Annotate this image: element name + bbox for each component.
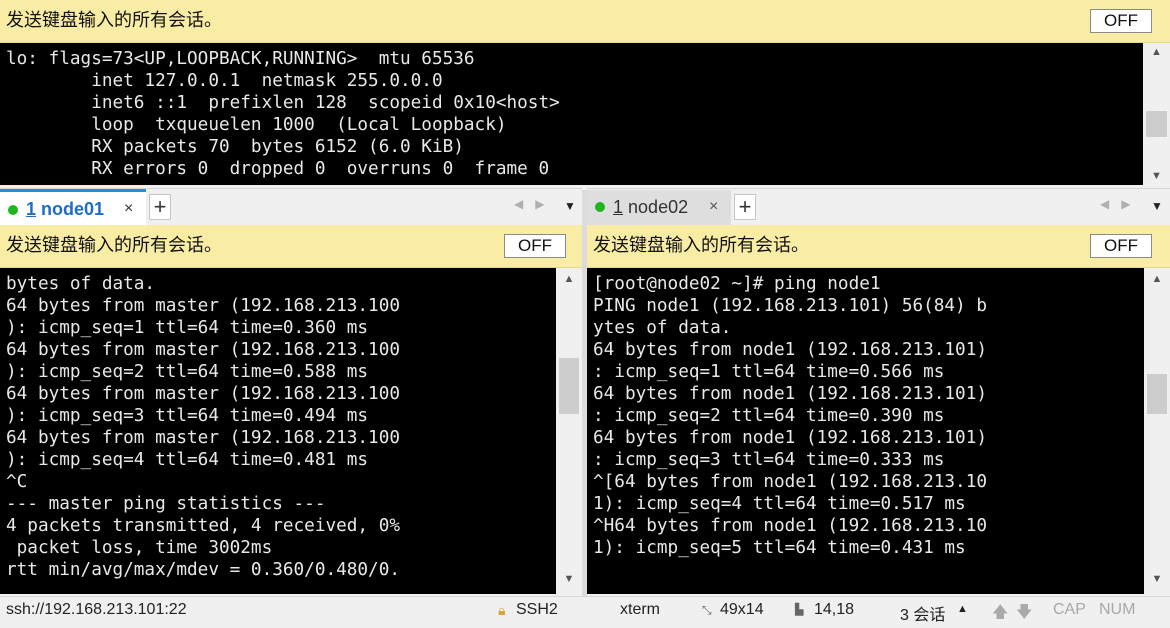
terminal-line: 64 bytes from node1 (192.168.213.101) bbox=[593, 428, 988, 448]
scrollbar-top[interactable]: ▲ ▼ bbox=[1143, 43, 1170, 185]
tab-bar-left: 1 node01 × + ◀▶ ▼ bbox=[0, 188, 582, 226]
terminal-line: 64 bytes from node1 (192.168.213.101) bbox=[593, 384, 988, 404]
protocol-label: SSH2 bbox=[516, 601, 558, 618]
terminal-line: packet loss, time 3002ms bbox=[6, 538, 273, 558]
scroll-up-icon[interactable]: ▲ bbox=[1143, 43, 1170, 61]
scroll-down-icon[interactable]: ▼ bbox=[1143, 167, 1170, 185]
cursor-position: 14,18 bbox=[814, 601, 855, 618]
scroll-thumb[interactable] bbox=[1147, 374, 1167, 414]
terminal-output-right[interactable]: [root@node02 ~]# ping node1 PING node1 (1… bbox=[587, 268, 1144, 594]
terminal-line: ): icmp_seq=1 ttl=64 time=0.360 ms bbox=[6, 318, 369, 338]
connection-address: ssh://192.168.213.101:22 bbox=[6, 601, 187, 618]
terminal-line: : icmp_seq=1 ttl=64 time=0.566 ms bbox=[593, 362, 945, 382]
caps-lock-indicator: CAP bbox=[1053, 601, 1086, 618]
terminal-line: ytes of data. bbox=[593, 318, 732, 338]
tab-label: node01 bbox=[41, 199, 105, 219]
terminal-line: 1): icmp_seq=5 ttl=64 time=0.431 ms bbox=[593, 538, 966, 558]
tab-label: node02 bbox=[628, 197, 689, 217]
broadcast-bar-left: 发送键盘输入的所有会话。 OFF bbox=[0, 225, 582, 268]
terminal-size: 49x14 bbox=[720, 601, 764, 618]
terminal-output-top[interactable]: lo: flags=73<UP,LOOPBACK,RUNNING> mtu 65… bbox=[0, 43, 1143, 185]
terminal-line: ^C bbox=[6, 472, 28, 492]
tab-node01[interactable]: 1 node01 × bbox=[0, 189, 146, 226]
broadcast-off-button[interactable]: OFF bbox=[1090, 234, 1152, 258]
num-lock-indicator: NUM bbox=[1099, 601, 1136, 618]
session-menu-up-icon[interactable]: ▲ bbox=[957, 603, 968, 615]
broadcast-bar-right: 发送键盘输入的所有会话。 OFF bbox=[587, 225, 1170, 268]
terminal-output-left[interactable]: bytes of data. 64 bytes from master (192.… bbox=[0, 268, 556, 594]
status-bar: ssh://192.168.213.101:22 🔒︎ SSH2 xterm ⤡… bbox=[0, 596, 1170, 624]
lock-icon: 🔒︎ bbox=[498, 602, 506, 618]
broadcast-text: 发送键盘输入的所有会话。 bbox=[6, 10, 222, 31]
cursor-icon: ▙ bbox=[795, 604, 804, 616]
scroll-up-icon[interactable]: ▲ bbox=[556, 270, 582, 288]
scroll-down-icon[interactable]: ▼ bbox=[556, 570, 582, 588]
tab-scroll-arrows-icon[interactable]: ◀▶ bbox=[514, 197, 556, 211]
terminal-line: ): icmp_seq=4 ttl=64 time=0.481 ms bbox=[6, 450, 369, 470]
terminal-line: inet6 ::1 prefixlen 128 scopeid 0x10<hos… bbox=[6, 93, 560, 113]
scroll-thumb[interactable] bbox=[1146, 111, 1167, 137]
tab-bar-right: 1 node02 × + ◀▶ ▼ bbox=[587, 188, 1170, 226]
terminal-line: 1): icmp_seq=4 ttl=64 time=0.517 ms bbox=[593, 494, 966, 514]
resize-icon: ⤡ bbox=[702, 603, 712, 617]
tab-node02[interactable]: 1 node02 × bbox=[587, 190, 731, 226]
terminal-line: ): icmp_seq=2 ttl=64 time=0.588 ms bbox=[6, 362, 369, 382]
close-tab-icon[interactable]: × bbox=[124, 192, 133, 226]
session-count[interactable]: 3 会话 bbox=[900, 601, 945, 625]
broadcast-text: 发送键盘输入的所有会话。 bbox=[6, 235, 222, 256]
scroll-thumb[interactable] bbox=[559, 358, 579, 414]
scrollbar-left[interactable]: ▲ ▼ bbox=[556, 268, 582, 594]
session-status-icon bbox=[595, 202, 605, 212]
terminal-line: : icmp_seq=3 ttl=64 time=0.333 ms bbox=[593, 450, 945, 470]
add-tab-button[interactable]: + bbox=[734, 194, 756, 220]
terminal-line: PING node1 (192.168.213.101) 56(84) b bbox=[593, 296, 988, 316]
terminal-line: 64 bytes from master (192.168.213.100 bbox=[6, 384, 401, 404]
terminal-line: 64 bytes from master (192.168.213.100 bbox=[6, 296, 401, 316]
terminal-line: RX errors 0 dropped 0 overruns 0 frame 0 bbox=[6, 159, 550, 179]
terminal-line: bytes of data. bbox=[6, 274, 156, 294]
tab-scroll-arrows-icon[interactable]: ◀▶ bbox=[1100, 197, 1142, 211]
terminal-line: lo: flags=73<UP,LOOPBACK,RUNNING> mtu 65… bbox=[6, 49, 475, 69]
terminal-line: RX packets 70 bytes 6152 (6.0 KiB) bbox=[6, 137, 464, 157]
tab-number: 1 bbox=[613, 197, 624, 217]
terminal-line: rtt min/avg/max/mdev = 0.360/0.480/0. bbox=[6, 560, 401, 580]
terminal-line: inet 127.0.0.1 netmask 255.0.0.0 bbox=[6, 71, 443, 91]
terminal-line: ^[64 bytes from node1 (192.168.213.10 bbox=[593, 472, 988, 492]
terminal-line: : icmp_seq=2 ttl=64 time=0.390 ms bbox=[593, 406, 945, 426]
broadcast-bar-top: 发送键盘输入的所有会话。 OFF bbox=[0, 0, 1170, 43]
terminal-line: [root@node02 ~]# ping node1 bbox=[593, 274, 881, 294]
terminal-line: 64 bytes from node1 (192.168.213.101) bbox=[593, 340, 988, 360]
tab-number: 1 bbox=[26, 199, 37, 219]
terminal-line: loop txqueuelen 1000 (Local Loopback) bbox=[6, 115, 507, 135]
terminal-line: 4 packets transmitted, 4 received, 0% bbox=[6, 516, 401, 536]
scroll-up-icon[interactable]: ▲ bbox=[1144, 270, 1170, 288]
terminal-line: 64 bytes from master (192.168.213.100 bbox=[6, 340, 401, 360]
broadcast-text: 发送键盘输入的所有会话。 bbox=[593, 235, 809, 256]
close-tab-icon[interactable]: × bbox=[709, 190, 718, 224]
terminal-line: --- master ping statistics --- bbox=[6, 494, 326, 514]
scroll-down-icon[interactable]: ▼ bbox=[1144, 570, 1170, 588]
scrollbar-right[interactable]: ▲ ▼ bbox=[1144, 268, 1170, 594]
broadcast-off-button[interactable]: OFF bbox=[1090, 9, 1152, 33]
session-status-icon bbox=[8, 205, 18, 215]
add-tab-button[interactable]: + bbox=[149, 194, 171, 220]
terminal-line: ): icmp_seq=3 ttl=64 time=0.494 ms bbox=[6, 406, 369, 426]
broadcast-off-button[interactable]: OFF bbox=[504, 234, 566, 258]
terminal-line: ^H64 bytes from node1 (192.168.213.10 bbox=[593, 516, 988, 536]
terminal-line: 64 bytes from master (192.168.213.100 bbox=[6, 428, 401, 448]
tab-list-dropdown-icon[interactable]: ▼ bbox=[1151, 199, 1163, 213]
tab-list-dropdown-icon[interactable]: ▼ bbox=[564, 199, 576, 213]
terminal-type: xterm bbox=[620, 601, 660, 618]
